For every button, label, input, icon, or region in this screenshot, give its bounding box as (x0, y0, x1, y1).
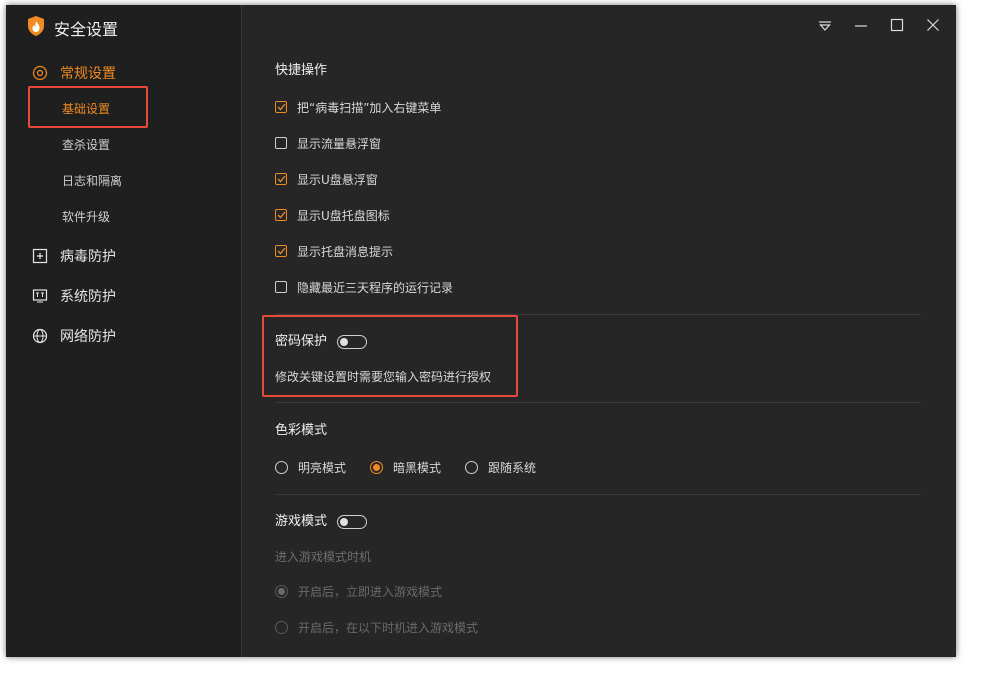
monitor-icon (32, 288, 48, 304)
option-traffic-window[interactable]: 显示流量悬浮窗 (275, 134, 381, 152)
game-mode-option-immediate[interactable]: 开启后，立即进入游戏模式 (275, 582, 442, 600)
selection-highlight (28, 86, 148, 128)
radio-button[interactable] (275, 460, 288, 474)
game-mode-option-conditional[interactable]: 开启后，在以下时机进入游戏模式 (275, 618, 478, 636)
sidebar-item-scan[interactable]: 查杀设置 (62, 135, 110, 155)
option-label: 隐藏最近三天程序的运行记录 (297, 280, 454, 295)
sidebar: 安全设置 常规设置 基础设置 查杀设置 日志和隔离 软件升级 病毒防护 系统防护… (6, 5, 242, 657)
option-label: 把“病毒扫描”加入右键菜单 (297, 100, 442, 115)
option-label: 显示U盘托盘图标 (297, 208, 390, 223)
password-highlight-box (262, 315, 518, 397)
checkbox-checked[interactable] (275, 209, 287, 221)
radio-button-disabled[interactable] (275, 620, 288, 634)
game-mode-title: 游戏模式 (275, 514, 328, 529)
option-usb-tray-icon[interactable]: 显示U盘托盘图标 (275, 206, 390, 224)
radio-label: 开启后，在以下时机进入游戏模式 (298, 620, 479, 635)
nav-group-label: 系统防护 (60, 289, 116, 305)
sidebar-item-upgrade[interactable]: 软件升级 (62, 207, 110, 227)
shield-flame-icon (26, 15, 46, 41)
option-hide-run-records[interactable]: 隐藏最近三天程序的运行记录 (275, 278, 453, 296)
gear-icon (32, 65, 48, 81)
color-mode-title: 色彩模式 (275, 423, 328, 438)
divider (275, 494, 921, 495)
game-mode-row: 游戏模式 (275, 512, 368, 532)
radio-label: 跟随系统 (488, 460, 537, 475)
checkbox-checked[interactable] (275, 101, 287, 113)
app-title: 安全设置 (54, 20, 119, 39)
radio-button-selected[interactable] (370, 460, 384, 474)
radio-button-disabled-selected[interactable] (275, 584, 288, 598)
nav-group-label: 常规设置 (60, 66, 116, 82)
game-mode-subtitle: 进入游戏模式时机 (275, 550, 372, 564)
option-label: 显示流量悬浮窗 (297, 136, 382, 151)
quick-ops-title: 快捷操作 (275, 63, 328, 78)
radio-label: 暗黑模式 (393, 460, 442, 475)
plus-square-icon (32, 248, 48, 264)
nav-group-label: 网络防护 (60, 329, 116, 345)
option-label: 显示托盘消息提示 (297, 244, 394, 259)
sidebar-item-log[interactable]: 日志和隔离 (62, 171, 122, 191)
checkbox-checked[interactable] (275, 245, 287, 257)
radio-dark-mode[interactable]: 暗黑模式 (370, 459, 441, 476)
color-mode-options: 明亮模式 暗黑模式 跟随系统 (275, 458, 536, 476)
checkbox-checked[interactable] (275, 173, 287, 185)
option-usb-window[interactable]: 显示U盘悬浮窗 (275, 170, 378, 188)
nav-group-network[interactable]: 网络防护 (32, 324, 116, 348)
radio-label: 明亮模式 (298, 460, 347, 475)
settings-window: 安全设置 常规设置 基础设置 查杀设置 日志和隔离 软件升级 病毒防护 系统防护… (6, 5, 956, 657)
radio-light-mode[interactable]: 明亮模式 (275, 459, 346, 476)
nav-group-virus[interactable]: 病毒防护 (32, 244, 116, 268)
game-mode-toggle[interactable] (337, 515, 368, 529)
nav-group-general[interactable]: 常规设置 (32, 61, 116, 85)
option-label: 显示U盘悬浮窗 (297, 172, 378, 187)
option-right-click-menu[interactable]: 把“病毒扫描”加入右键菜单 (275, 98, 441, 116)
app-title-bar: 安全设置 (26, 15, 118, 41)
nav-group-label: 病毒防护 (60, 249, 116, 265)
nav-group-system[interactable]: 系统防护 (32, 284, 116, 308)
radio-follow-system[interactable]: 跟随系统 (465, 459, 536, 476)
radio-button[interactable] (465, 460, 479, 474)
settings-content: 快捷操作 把“病毒扫描”加入右键菜单 显示流量悬浮窗 显示U盘悬浮窗 显示U盘托… (242, 5, 956, 657)
checkbox-unchecked[interactable] (275, 137, 287, 149)
divider (275, 402, 921, 403)
globe-icon (32, 328, 48, 344)
checkbox-unchecked[interactable] (275, 281, 287, 293)
option-tray-message[interactable]: 显示托盘消息提示 (275, 242, 393, 260)
radio-label: 开启后，立即进入游戏模式 (298, 584, 443, 599)
